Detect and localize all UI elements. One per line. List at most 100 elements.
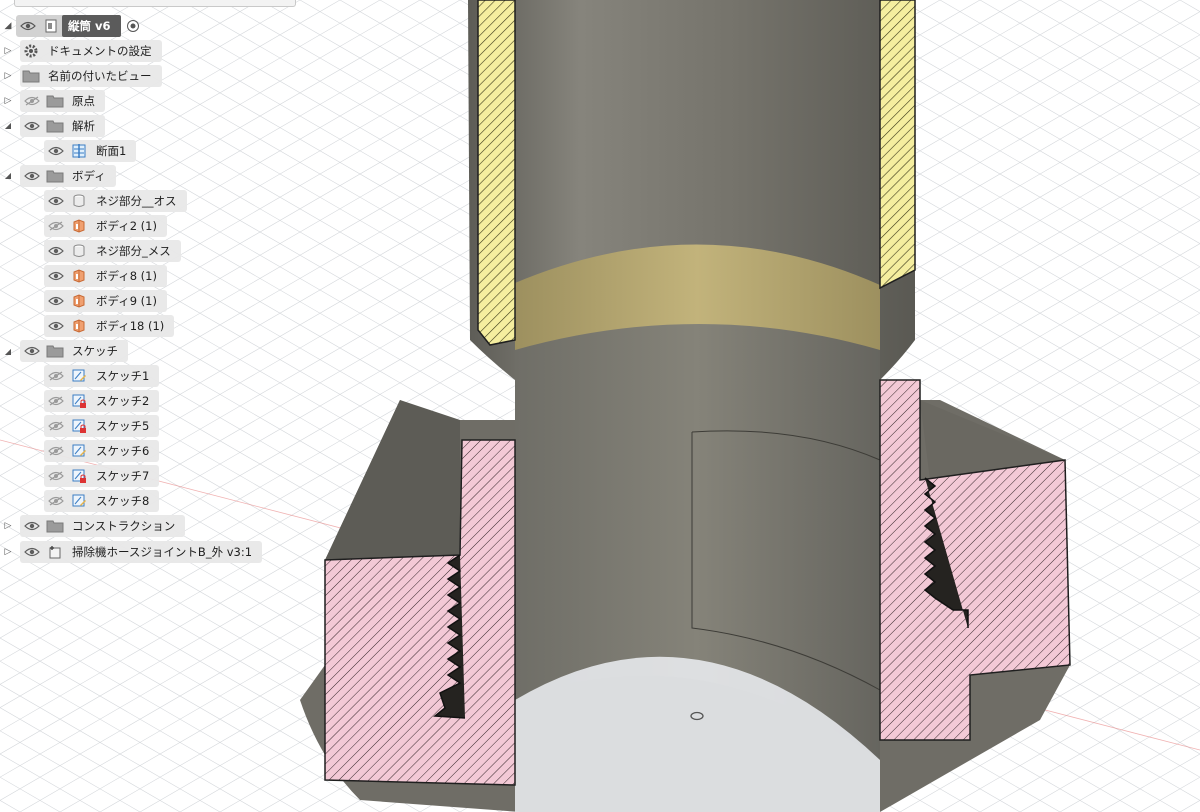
tree-node-row[interactable]: ▷ 原点 (0, 88, 105, 113)
tree-node[interactable]: 解析 (20, 114, 105, 137)
collapse-triangle-icon[interactable]: ◢ (0, 339, 16, 364)
tree-node-row[interactable]: ◢ スケッチ (0, 339, 128, 364)
tree-node-label: スケッチ (72, 344, 118, 359)
tree-node-label: コンストラクション (72, 519, 176, 534)
tree-node-row[interactable]: スケッチ2 (0, 389, 160, 414)
tree-node[interactable]: スケッチ1 (44, 365, 160, 388)
expand-triangle-icon[interactable]: ▷ (0, 514, 16, 539)
expand-triangle-icon[interactable]: ▷ (0, 38, 16, 63)
tree-node-label: ボディ18 (1) (96, 319, 165, 334)
tree-node-row[interactable]: ◢ 解析 (0, 113, 105, 138)
tree-node[interactable]: スケッチ (20, 340, 128, 363)
tree-node-label: ボディ2 (1) (96, 218, 157, 233)
tree-node[interactable]: 原点 (20, 89, 105, 112)
tree-node-row[interactable]: スケッチ6 (0, 439, 160, 464)
sketch-locked-icon (68, 416, 90, 436)
tree-node[interactable]: ボディ8 (1) (44, 264, 167, 287)
tree-node[interactable]: 名前の付いたビュー (20, 64, 162, 87)
tree-node-row[interactable]: ボディ8 (1) (0, 263, 167, 288)
tree-node-row[interactable]: ▷ 名前の付いたビュー (0, 63, 162, 88)
tree-node-row[interactable]: スケッチ1 (0, 364, 160, 389)
sketch-locked-icon (68, 466, 90, 486)
folder-icon (44, 116, 66, 136)
tree-node-label: ボディ (72, 168, 106, 183)
tree-node[interactable]: 断面1 (44, 139, 137, 162)
tree-node-row[interactable]: スケッチ8 (0, 489, 160, 514)
tree-node-row[interactable]: ネジ部分_メス (0, 238, 181, 263)
eye-hidden-icon[interactable] (44, 416, 68, 436)
tree-node-row[interactable]: ▷ 掃除機ホースジョイントB_外 v3:1 (0, 539, 263, 564)
eye-icon[interactable] (20, 116, 44, 136)
tree-node-label: スケッチ1 (96, 369, 150, 384)
tree-node[interactable]: ボディ18 (1) (44, 315, 175, 338)
eye-hidden-icon[interactable] (44, 366, 68, 386)
tree-node-row[interactable]: ボディ2 (1) (0, 213, 167, 238)
tree-node-row[interactable]: 断面1 (0, 138, 137, 163)
eye-hidden-icon[interactable] (44, 491, 68, 511)
tree-node-label: ネジ部分__オス (96, 193, 177, 208)
eye-hidden-icon[interactable] (44, 391, 68, 411)
eye-icon[interactable] (44, 141, 68, 161)
eye-icon[interactable] (44, 241, 68, 261)
eye-hidden-icon[interactable] (20, 91, 44, 111)
tree-node-row[interactable]: ネジ部分__オス (0, 188, 187, 213)
eye-icon[interactable] (20, 166, 44, 186)
collapse-triangle-icon[interactable]: ◢ (0, 163, 16, 188)
tree-node[interactable]: 掃除機ホースジョイントB_外 v3:1 (20, 540, 263, 563)
expand-triangle-icon[interactable]: ▷ (0, 88, 16, 113)
sketch-icon (68, 441, 90, 461)
tree-node[interactable]: スケッチ6 (44, 440, 160, 463)
tree-node[interactable]: スケッチ8 (44, 490, 160, 513)
eye-icon[interactable] (20, 542, 44, 562)
document-icon (40, 16, 62, 36)
tree-node[interactable]: ボディ9 (1) (44, 290, 167, 312)
eye-icon[interactable] (44, 191, 68, 211)
tree-node[interactable]: ボディ (20, 164, 116, 187)
eye-icon[interactable] (44, 266, 68, 286)
body-orange-icon (68, 291, 90, 311)
eye-icon[interactable] (16, 16, 40, 36)
tree-node-row[interactable]: スケッチ7 (0, 464, 160, 489)
expand-triangle-icon[interactable]: ▷ (0, 539, 16, 564)
tree-node-label: 断面1 (96, 143, 127, 158)
collapse-triangle-icon[interactable]: ◢ (0, 113, 16, 138)
tree-node-label: ボディ8 (1) (96, 268, 157, 283)
tree-node[interactable]: スケッチ5 (44, 415, 160, 438)
tree-node-row[interactable]: ▷ コンストラクション (0, 514, 186, 539)
tree-node[interactable]: ドキュメントの設定 (20, 39, 162, 62)
tree-node[interactable]: ネジ部分__オス (44, 189, 187, 212)
tree-node-row[interactable]: ◢ ボディ (0, 163, 116, 188)
tree-node-row[interactable]: ボディ9 (1) (0, 289, 167, 314)
eye-hidden-icon[interactable] (44, 466, 68, 486)
activate-radio-icon[interactable] (125, 18, 141, 34)
eye-icon[interactable] (20, 516, 44, 536)
tree-node[interactable]: スケッチ2 (44, 390, 160, 413)
eye-hidden-icon[interactable] (44, 441, 68, 461)
eye-hidden-icon[interactable] (44, 216, 68, 236)
tree-node-row[interactable]: スケッチ5 (0, 414, 160, 439)
tree-root-row[interactable]: ◢ 縦筒 v6 (0, 13, 141, 38)
tree-node-label: スケッチ5 (96, 419, 150, 434)
eye-icon[interactable] (44, 291, 68, 311)
eye-icon[interactable] (44, 316, 68, 336)
tree-node[interactable]: ネジ部分_メス (44, 239, 181, 262)
tree-node-row[interactable]: ▷ ドキュメントの設定 (0, 38, 162, 63)
tree-node-row[interactable]: ボディ18 (1) (0, 314, 175, 339)
tree-node[interactable]: ボディ2 (1) (44, 214, 167, 237)
collapse-triangle-icon[interactable]: ◢ (0, 13, 16, 38)
tree-node[interactable]: スケッチ7 (44, 465, 160, 488)
eye-icon[interactable] (20, 341, 44, 361)
body-white-icon (68, 191, 90, 211)
expand-triangle-icon[interactable]: ▷ (0, 63, 16, 88)
component-link-icon (44, 542, 66, 562)
tree-node[interactable]: コンストラクション (20, 515, 186, 538)
